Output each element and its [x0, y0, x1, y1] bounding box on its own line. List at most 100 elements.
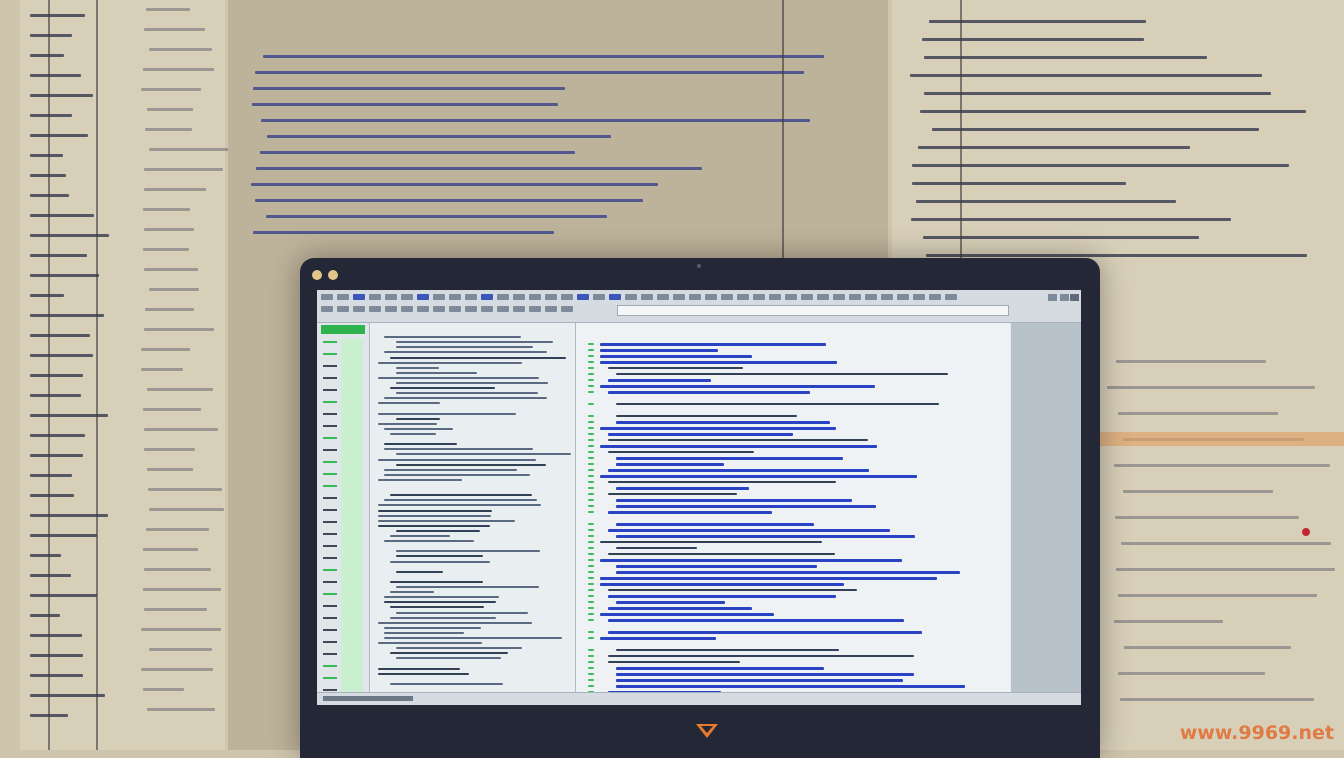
background-rule	[96, 0, 98, 750]
toolbar-button-icon[interactable]	[401, 306, 413, 312]
toolbar-button-icon[interactable]	[321, 306, 333, 312]
code-line	[396, 550, 540, 553]
code-line	[616, 505, 876, 508]
toolbar-button-icon[interactable]	[497, 306, 509, 312]
line-number	[323, 497, 337, 499]
code-line	[600, 361, 837, 364]
toolbar-button-icon[interactable]	[465, 306, 477, 312]
toolbar-button-icon[interactable]	[369, 306, 381, 312]
toolbar-button-icon[interactable]	[673, 294, 685, 300]
toolbar-button-icon[interactable]	[545, 294, 557, 300]
toolbar-button-icon[interactable]	[465, 294, 477, 300]
scrollbar-panel[interactable]	[1011, 323, 1081, 693]
toolbar-button-icon[interactable]	[449, 306, 461, 312]
background-text-line	[143, 568, 212, 571]
code-line	[390, 606, 484, 609]
background-text-line	[141, 668, 213, 671]
toolbar-button-icon[interactable]	[385, 306, 397, 312]
background-red-mark	[1302, 528, 1310, 536]
toolbar-button-icon[interactable]	[753, 294, 765, 300]
background-text-line	[30, 34, 73, 37]
toolbar-button-icon[interactable]	[881, 294, 893, 300]
code-line	[616, 487, 749, 490]
code-line	[390, 591, 434, 594]
toolbar-button-icon[interactable]	[433, 306, 445, 312]
toolbar-button-icon[interactable]	[897, 294, 909, 300]
toolbar-button-icon[interactable]	[721, 294, 733, 300]
code-pane-right[interactable]	[576, 323, 1010, 700]
window-dot-icon[interactable]	[312, 270, 322, 280]
toolbar-button-icon[interactable]	[849, 294, 861, 300]
window-dot-icon[interactable]	[328, 270, 338, 280]
active-file-tab[interactable]	[321, 325, 365, 334]
address-bar[interactable]	[617, 305, 1009, 316]
toolbar-button-icon[interactable]	[529, 294, 541, 300]
toolbar-button-icon[interactable]	[625, 294, 637, 300]
code-line	[608, 589, 858, 591]
line-number	[323, 689, 337, 691]
toolbar-button-icon[interactable]	[865, 294, 877, 300]
code-line	[396, 647, 523, 650]
code-line	[384, 540, 475, 543]
code-marker	[588, 655, 594, 657]
toolbar-button-icon[interactable]	[513, 294, 525, 300]
close-icon[interactable]	[1070, 294, 1079, 301]
code-line	[384, 443, 457, 446]
toolbar-button-icon[interactable]	[593, 294, 605, 300]
toolbar-button-icon[interactable]	[337, 294, 349, 300]
toolbar-button-icon[interactable]	[769, 294, 781, 300]
toolbar-button-icon[interactable]	[609, 294, 621, 300]
toolbar-button-icon[interactable]	[417, 306, 429, 312]
toolbar-button-icon[interactable]	[577, 294, 589, 300]
toolbar-button-icon[interactable]	[449, 294, 461, 300]
toolbar-button-icon[interactable]	[689, 294, 701, 300]
toolbar-button-icon[interactable]	[481, 294, 493, 300]
code-line	[384, 601, 496, 604]
line-number	[323, 485, 337, 487]
maximize-icon[interactable]	[1060, 294, 1069, 301]
toolbar-button-icon[interactable]	[529, 306, 541, 312]
code-line	[390, 535, 450, 537]
toolbar-button-icon[interactable]	[433, 294, 445, 300]
toolbar-button-icon[interactable]	[337, 306, 349, 312]
background-text-line	[30, 614, 61, 617]
toolbar-button-icon[interactable]	[513, 306, 525, 312]
toolbar-button-icon[interactable]	[497, 294, 509, 300]
line-number	[323, 473, 337, 475]
toolbar-button-icon[interactable]	[705, 294, 717, 300]
toolbar-button-icon[interactable]	[801, 294, 813, 300]
code-line	[608, 553, 835, 555]
toolbar-button-icon[interactable]	[353, 294, 365, 300]
toolbar-button-icon[interactable]	[833, 294, 845, 300]
toolbar-button-icon[interactable]	[385, 294, 397, 300]
code-line	[390, 356, 566, 359]
toolbar-button-icon[interactable]	[929, 294, 941, 300]
toolbar-button-icon[interactable]	[369, 294, 381, 300]
toolbar-button-icon[interactable]	[561, 306, 573, 312]
toolbar-button-icon[interactable]	[545, 306, 557, 312]
background-text-line	[140, 368, 183, 371]
toolbar-button-icon[interactable]	[657, 294, 669, 300]
code-line	[608, 451, 754, 453]
toolbar-button-icon[interactable]	[817, 294, 829, 300]
code-line	[616, 523, 814, 526]
background-text-line	[143, 268, 198, 271]
status-bar	[317, 692, 1081, 705]
toolbar-button-icon[interactable]	[353, 306, 365, 312]
code-line	[608, 529, 891, 532]
toolbar-button-icon[interactable]	[737, 294, 749, 300]
toolbar-button-icon[interactable]	[561, 294, 573, 300]
background-text-line	[142, 68, 215, 71]
toolbar-button-icon[interactable]	[401, 294, 413, 300]
toolbar-button-icon[interactable]	[785, 294, 797, 300]
toolbar-button-icon[interactable]	[945, 294, 957, 300]
toolbar-button-icon[interactable]	[641, 294, 653, 300]
code-pane-left[interactable]	[370, 323, 576, 693]
toolbar-button-icon[interactable]	[321, 294, 333, 300]
toolbar-button-icon[interactable]	[481, 306, 493, 312]
minimize-icon[interactable]	[1048, 294, 1057, 301]
code-line	[396, 392, 539, 395]
toolbar-button-icon[interactable]	[913, 294, 925, 300]
code-marker	[588, 457, 594, 459]
toolbar-button-icon[interactable]	[417, 294, 429, 300]
